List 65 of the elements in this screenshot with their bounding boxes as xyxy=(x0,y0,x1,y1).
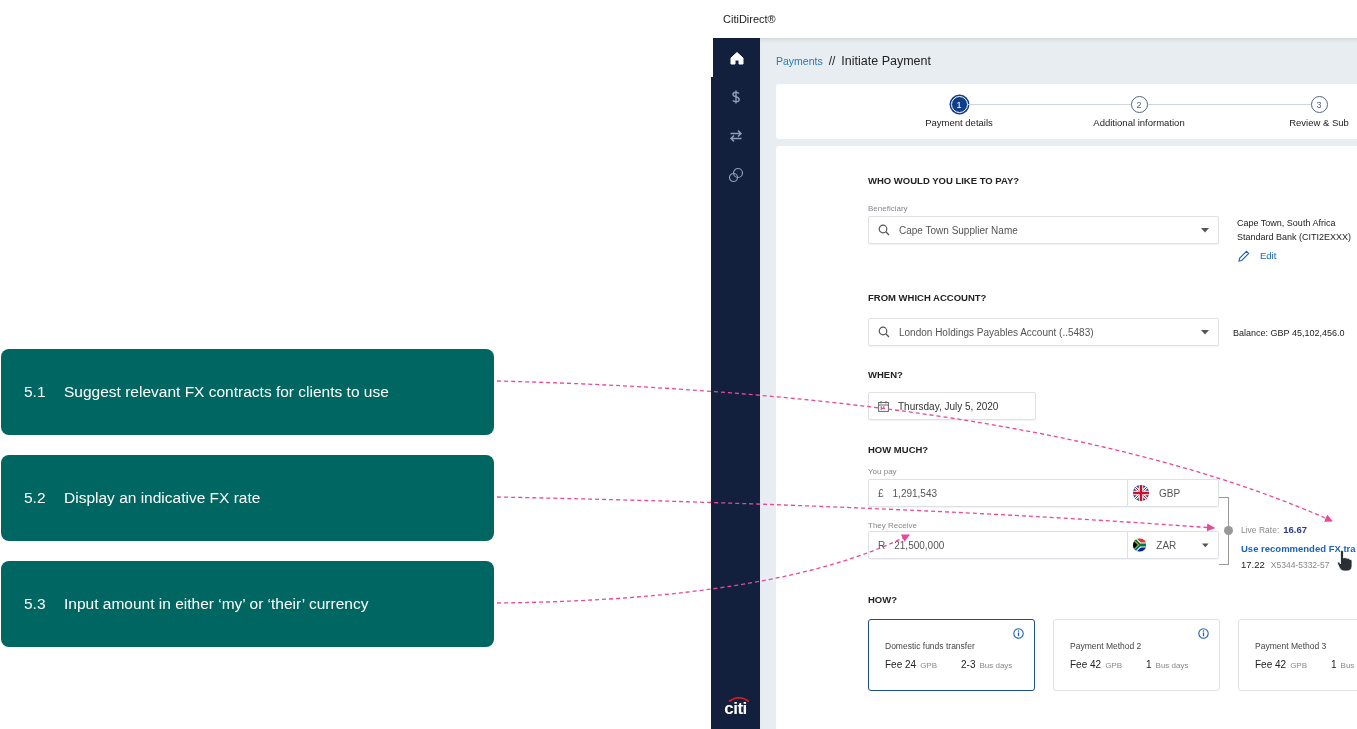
fee-text: Fee 42 GPB xyxy=(1255,659,1309,670)
method-name: Domestic funds transfer xyxy=(885,641,976,651)
balance-amount: GBP 45,102,456.0 xyxy=(1270,328,1345,338)
info-icon[interactable] xyxy=(1198,628,1209,639)
page-title: Initiate Payment xyxy=(841,54,931,68)
amount-field[interactable]: R 21,500,000 xyxy=(868,531,1128,559)
method-name: Payment Method 2 xyxy=(1070,641,1143,651)
delivery-time: 1 Bus days xyxy=(1146,659,1189,670)
step-label: Review & Sub xyxy=(1289,117,1349,128)
section-heading: HOW? xyxy=(868,594,899,606)
step-label: Payment details xyxy=(925,117,993,128)
fee-text: Fee 24 GPB xyxy=(885,659,939,670)
delivery-time: 1 Bus xyxy=(1331,659,1355,670)
hand-cursor-icon xyxy=(1337,550,1353,572)
caret-icon[interactable] xyxy=(1201,329,1209,335)
step-number[interactable]: 1 xyxy=(950,96,968,113)
field-label: Beneficiary xyxy=(868,204,909,214)
pencil-icon[interactable] xyxy=(1238,250,1250,262)
callout-number: 5.3 xyxy=(24,595,47,613)
citi-logo: citi xyxy=(724,700,747,717)
search-icon xyxy=(878,326,890,338)
section-heading: FROM WHICH ACCOUNT? xyxy=(868,292,988,304)
field-label: You pay xyxy=(868,467,898,477)
account-dropdown[interactable]: London Holdings Payables Account (..5483) xyxy=(868,318,1219,346)
date-field[interactable]: Thursday, July 5, 2020 xyxy=(868,392,1036,420)
fx-contract: 17.22 X5344-5332-57 xyxy=(1241,559,1331,570)
callout-text: Suggest relevant FX contracts for clients to use xyxy=(64,383,389,401)
section-heading: WHO WOULD YOU LIKE TO PAY? xyxy=(868,175,1021,187)
coins-icon xyxy=(727,166,744,183)
section-heading: WHEN? xyxy=(868,369,904,381)
calendar-icon xyxy=(878,400,889,412)
caret-icon[interactable] xyxy=(1201,227,1209,233)
payment-method-card[interactable]: Payment Method 3 Fee 42 GPB 1 Bus xyxy=(1238,619,1357,691)
method-name: Payment Method 3 xyxy=(1255,641,1328,651)
callout-number: 5.2 xyxy=(24,489,47,507)
beneficiary-dropdown[interactable]: Cape Town Supplier Name xyxy=(868,216,1219,244)
currency-dropdown[interactable]: GBP xyxy=(1128,479,1219,507)
step-label: Additional information xyxy=(1093,117,1185,128)
fee-text: Fee 42 GPB xyxy=(1070,659,1124,670)
info-icon[interactable] xyxy=(1013,628,1024,639)
home-icon xyxy=(728,49,745,66)
search-icon xyxy=(878,224,890,236)
section-heading: HOW MUCH? xyxy=(868,444,930,456)
currency-dropdown[interactable]: ZAR xyxy=(1128,531,1219,559)
recommended-fx-link[interactable]: Use recommended FX tra xyxy=(1241,543,1356,554)
app-title: CitiDirect® xyxy=(723,13,776,25)
callout-text: Display an indicative FX rate xyxy=(64,489,261,507)
field-label: They Receive xyxy=(868,521,918,531)
transfer-arrows-icon xyxy=(727,127,744,144)
flag-icon xyxy=(1133,537,1147,553)
live-rate: Live Rate: 16.67 xyxy=(1241,524,1309,535)
edit-link[interactable]: Edit xyxy=(1260,249,1277,263)
payment-method-card[interactable]: Payment Method 2 Fee 42 GPB 1 Bus days xyxy=(1053,619,1220,691)
flag-icon xyxy=(1133,485,1149,501)
payment-method-card[interactable]: Domestic funds transfer Fee 24 GPB 2-3 Bus days xyxy=(868,619,1035,691)
beneficiary-detail: Cape Town, South Africa xyxy=(1237,217,1337,230)
balance-label: Balance: xyxy=(1233,328,1269,338)
breadcrumb-separator: // xyxy=(828,54,836,68)
breadcrumb-link[interactable]: Payments xyxy=(776,55,823,67)
callout-text: Input amount in either ‘my’ or ‘their’ currency xyxy=(64,595,369,613)
beneficiary-detail: Standard Bank (CITI2EXXX) xyxy=(1237,231,1352,244)
callout-number: 5.1 xyxy=(24,383,47,401)
caret-icon[interactable] xyxy=(1202,542,1209,548)
delivery-time: 2-3 Bus days xyxy=(961,659,1013,670)
amount-field[interactable]: £ 1,291,543 xyxy=(868,479,1128,507)
